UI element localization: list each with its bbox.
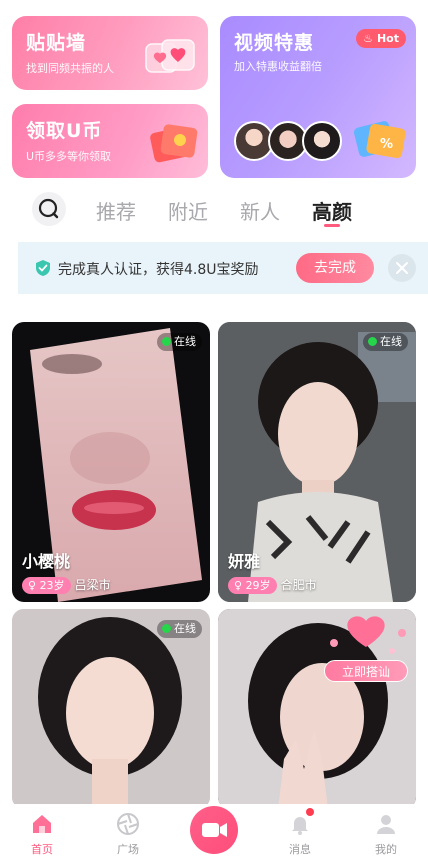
notification-dot	[306, 808, 314, 816]
verify-banner-text: 完成真人认证，获得4.8U宝奖励	[58, 262, 259, 278]
tab-newcomers[interactable]: 新人	[240, 196, 280, 225]
video-special-card[interactable]: 视频特惠 加入特惠收益翻倍 ♨ Hot %	[220, 16, 416, 178]
hearts-icon	[330, 616, 406, 654]
female-icon: ♀	[234, 579, 243, 592]
hearts-icon	[145, 39, 195, 73]
age-badge: ♀ 23岁	[22, 577, 71, 594]
complete-verification-button[interactable]: 去完成	[296, 253, 374, 283]
avatar	[302, 121, 342, 161]
online-status-label: 在线	[380, 335, 402, 348]
coupon-icon: %	[353, 121, 406, 159]
online-status-badge: 在线	[157, 333, 202, 351]
profile-card[interactable]: 在线	[12, 609, 210, 809]
svg-text:%: %	[380, 137, 393, 152]
profile-card[interactable]: 在线 妍雅 ♀ 29岁 合肥市	[218, 322, 416, 602]
flame-icon: ♨	[363, 32, 374, 45]
profile-card[interactable]: 在线 小樱桃 ♀ 23岁 吕梁市	[12, 322, 210, 602]
category-tabs: 推荐 附近 新人 高颜	[0, 186, 428, 234]
online-dot-icon	[162, 624, 171, 633]
close-banner-button[interactable]	[388, 254, 416, 282]
tiepiqiang-subtitle: 找到同频共振的人	[26, 62, 114, 75]
profile-meta: ♀ 23岁 吕梁市	[22, 574, 111, 594]
city-label: 合肥市	[280, 578, 317, 592]
tiepiqiang-card[interactable]: 贴贴墙 找到同频共振的人	[12, 16, 208, 90]
profile-photo	[12, 609, 210, 809]
nav-messages[interactable]: 消息	[270, 804, 330, 860]
nav-home-label: 首页	[31, 843, 53, 856]
user-icon	[377, 815, 395, 834]
start-chat-button[interactable]: 立即搭讪	[324, 660, 408, 682]
profile-name: 小樱桃	[22, 552, 71, 571]
online-dot-icon	[368, 337, 377, 346]
age-label: 29岁	[245, 579, 271, 592]
online-status-badge: 在线	[363, 333, 408, 351]
lingqu-ucoin-title: 领取U币	[26, 120, 103, 142]
online-status-label: 在线	[174, 335, 196, 348]
nav-square-label: 广场	[117, 843, 139, 856]
active-tab-indicator	[324, 224, 340, 227]
nav-home[interactable]: 首页	[12, 804, 72, 860]
profile-meta: ♀ 29岁 合肥市	[228, 574, 317, 594]
tab-nearby[interactable]: 附近	[168, 196, 208, 225]
video-call-button[interactable]	[190, 806, 238, 854]
aperture-icon	[117, 813, 139, 835]
lingqu-ucoin-subtitle: U币多多等你领取	[26, 150, 112, 163]
search-button[interactable]	[32, 192, 66, 226]
online-status-badge: 在线	[157, 620, 202, 638]
home-icon	[33, 815, 51, 833]
online-dot-icon	[162, 337, 171, 346]
verified-shield-icon	[36, 260, 50, 276]
verify-banner: 完成真人认证，获得4.8U宝奖励 去完成	[18, 242, 428, 294]
lingqu-ucoin-card[interactable]: 领取U币 U币多多等你领取	[12, 104, 208, 178]
online-status-label: 在线	[174, 622, 196, 635]
hot-badge: ♨ Hot	[356, 29, 406, 48]
tab-high-looks[interactable]: 高颜	[312, 196, 352, 225]
tab-recommend[interactable]: 推荐	[96, 196, 136, 225]
profile-name: 妍雅	[228, 552, 261, 571]
close-icon	[396, 262, 408, 274]
red-envelope-icon	[150, 124, 198, 163]
tiepiqiang-title: 贴贴墙	[26, 32, 87, 54]
nav-profile[interactable]: 我的	[356, 804, 416, 860]
nav-profile-label: 我的	[375, 843, 397, 856]
search-icon	[38, 198, 59, 219]
female-icon: ♀	[28, 579, 37, 592]
hot-badge-label: Hot	[376, 32, 399, 45]
video-camera-icon	[202, 823, 227, 837]
age-label: 23岁	[39, 579, 65, 592]
nav-square[interactable]: 广场	[98, 804, 158, 860]
profile-card[interactable]: 立即搭讪	[218, 609, 416, 809]
age-badge: ♀ 29岁	[228, 577, 277, 594]
city-label: 吕梁市	[74, 578, 111, 592]
avatar-group	[234, 121, 346, 163]
video-special-title: 视频特惠	[234, 32, 315, 54]
nav-messages-label: 消息	[289, 843, 311, 856]
video-special-subtitle: 加入特惠收益翻倍	[234, 60, 322, 73]
